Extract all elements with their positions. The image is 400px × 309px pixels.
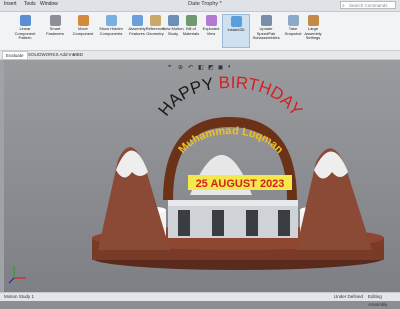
- reference-geometry-icon: [149, 15, 161, 26]
- command-manager-tabs: Evaluate SOLIDWORKS Add-Ins MBD: [0, 51, 400, 60]
- ribbon-button-exploded-view[interactable]: Exploded View: [198, 14, 224, 48]
- ribbon-button-show-hidden[interactable]: Show Hidden Components: [98, 14, 124, 48]
- pattern-icon: [19, 15, 31, 26]
- snapshot-icon: [287, 15, 299, 26]
- ribbon-button-fastener[interactable]: Smart Fasteners: [42, 14, 68, 48]
- ribbon-button-label: Move Component: [72, 26, 94, 36]
- tab-mbd[interactable]: MBD: [70, 51, 86, 59]
- menu-insert[interactable]: Insert: [4, 1, 17, 7]
- coordinate-triad: [6, 262, 30, 286]
- motion-study-icon: [167, 15, 179, 26]
- happy-birthday-text: HAPPY BIRTHDAY: [155, 73, 306, 120]
- ribbon-button-label: Update SpeedPak Subassemblies: [252, 26, 280, 41]
- ribbon-button-label: Instant3D: [227, 27, 245, 32]
- stand-column: [278, 210, 290, 236]
- stand-column: [178, 210, 190, 236]
- window-title: Date Trophy *: [188, 1, 222, 7]
- move-icon: [77, 15, 89, 26]
- search-icon: ⌕: [342, 3, 345, 9]
- ribbon-button-label: Show Hidden Components: [99, 26, 123, 36]
- ribbon-button-instant3d[interactable]: Instant3D: [222, 14, 250, 48]
- ribbon-button-large-assembly[interactable]: Large Assembly Settings: [300, 14, 326, 48]
- title-bar: Insert Tools Window Date Trophy * ⌕ Sear…: [0, 0, 400, 12]
- stand-column: [246, 210, 258, 236]
- stand-column: [212, 210, 224, 236]
- exploded-view-icon: [205, 15, 217, 26]
- fastener-icon: [49, 15, 61, 26]
- menu-window[interactable]: Window: [40, 1, 58, 7]
- speedpak-icon: [260, 15, 272, 26]
- menu-tools[interactable]: Tools: [24, 1, 36, 7]
- assembly-features-icon: [131, 15, 143, 26]
- ribbon-button-label: Large Assembly Settings: [304, 26, 322, 41]
- center-stand-top: [168, 200, 298, 206]
- instant3d-icon: [230, 16, 242, 27]
- ribbon-button-move[interactable]: Move Component: [70, 14, 96, 48]
- search-placeholder: Search Commands: [349, 3, 388, 8]
- ribbon-button-pattern[interactable]: Linear Component Pattern: [12, 14, 38, 48]
- status-mode: Editing Assembly: [368, 294, 388, 307]
- show-hidden-icon: [105, 15, 117, 26]
- ribbon-button-label: Exploded View: [202, 26, 220, 36]
- trophy-model[interactable]: Muhammad Luqman HAPPY BIRTHDAY 25 AUGUST…: [0, 60, 400, 292]
- tab-evaluate[interactable]: Evaluate: [2, 51, 28, 59]
- ribbon-button-label: Linear Component Pattern: [14, 26, 36, 41]
- bom-icon: [185, 15, 197, 26]
- z-axis-icon: [8, 277, 15, 284]
- ribbon-button-speedpak[interactable]: Update SpeedPak Subassemblies: [252, 14, 280, 48]
- command-manager-ribbon: Linear Component Pattern Smart Fasteners M…: [0, 12, 400, 51]
- search-commands-input[interactable]: ⌕ Search Commands: [340, 1, 396, 9]
- ribbon-button-label: Smart Fasteners: [46, 26, 64, 36]
- date-text: 25 AUGUST 2023: [196, 178, 285, 190]
- large-assembly-icon: [307, 15, 319, 26]
